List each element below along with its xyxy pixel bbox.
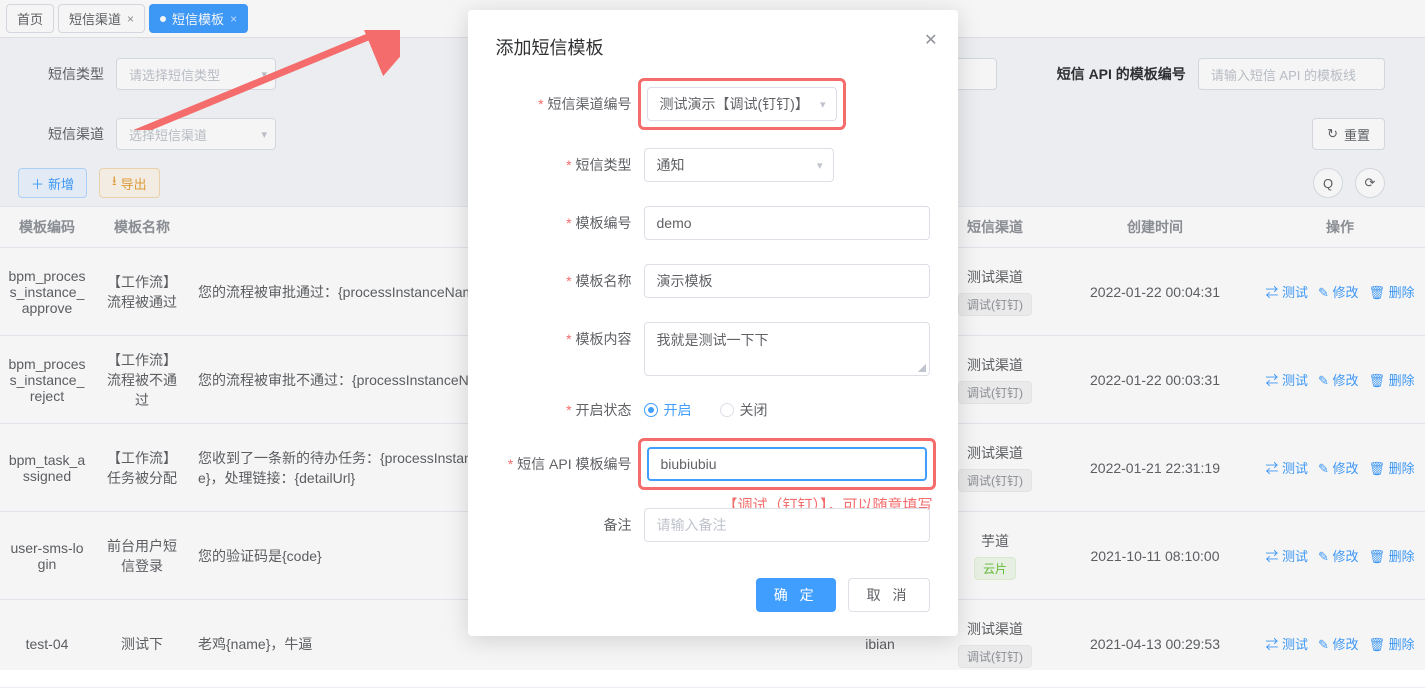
radio-dot-icon (644, 403, 658, 417)
modal-close-button[interactable]: ✕ (924, 30, 937, 50)
label-name: 模板名称 (496, 271, 632, 291)
type-select[interactable]: 通知▾ (644, 148, 834, 182)
radio-dot-icon (720, 403, 734, 417)
radio-status-on[interactable]: 开启 (644, 400, 692, 420)
label-api: 短信 API 模板编号 (496, 454, 632, 474)
code-input[interactable]: demo (644, 206, 930, 240)
close-icon: ✕ (924, 32, 937, 49)
name-input[interactable]: 演示模板 (644, 264, 930, 298)
label-channel-no: 短信渠道编号 (496, 94, 632, 114)
cancel-button[interactable]: 取 消 (848, 578, 930, 612)
add-template-modal: 添加短信模板 ✕ 短信渠道编号 测试演示【调试(钉钉)】▾ 短信类型 通知▾ 模… (468, 10, 958, 636)
label-remark: 备注 (496, 515, 632, 535)
label-type: 短信类型 (496, 155, 632, 175)
content-textarea[interactable]: 我就是测试一下下 (644, 322, 930, 376)
chevron-down-icon: ▾ (817, 159, 823, 172)
remark-input[interactable]: 请输入备注 (644, 508, 930, 542)
modal-title: 添加短信模板 (496, 34, 930, 60)
label-code: 模板编号 (496, 213, 632, 233)
chevron-down-icon: ▾ (820, 98, 826, 111)
label-content: 模板内容 (496, 322, 632, 349)
confirm-button[interactable]: 确 定 (756, 578, 836, 612)
channel-no-select[interactable]: 测试演示【调试(钉钉)】▾ (647, 87, 837, 121)
api-code-input[interactable]: biubiubiu (647, 447, 927, 481)
label-status: 开启状态 (496, 400, 632, 420)
radio-status-off[interactable]: 关闭 (720, 400, 768, 420)
